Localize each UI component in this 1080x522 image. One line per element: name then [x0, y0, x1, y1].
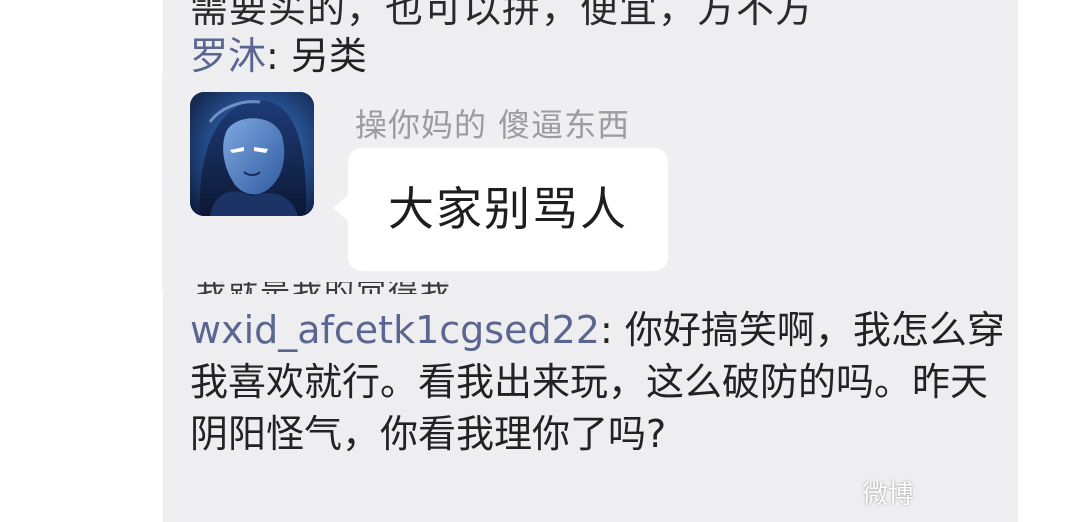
message-sender[interactable]: 罗沐 [190, 34, 266, 78]
message-separator: : [599, 308, 625, 352]
cutoff-message-line: 需要买的，也可以拼，便宜，方不方 [190, 0, 815, 31]
weibo-watermark: 微博 [862, 480, 915, 510]
bubble-tail-icon [333, 194, 349, 222]
avatar-image-icon [190, 92, 314, 216]
avatar[interactable] [190, 92, 314, 216]
message-separator: : [266, 34, 291, 78]
chat-message: wxid_afcetk1cgsed22: 你好搞笑啊，我怎么穿我喜欢就行。看我出… [190, 304, 1010, 460]
bubble-text: 大家别骂人 [388, 182, 628, 236]
message-sender[interactable]: wxid_afcetk1cgsed22 [190, 308, 600, 352]
message-text: 另类 [290, 34, 367, 78]
chat-bubble[interactable]: 大家别骂人 [348, 148, 668, 271]
partial-message-line: 我就是我的觉得我 [196, 282, 452, 294]
quoted-sender-name: 操你妈的 傻逼东西 [355, 106, 631, 144]
